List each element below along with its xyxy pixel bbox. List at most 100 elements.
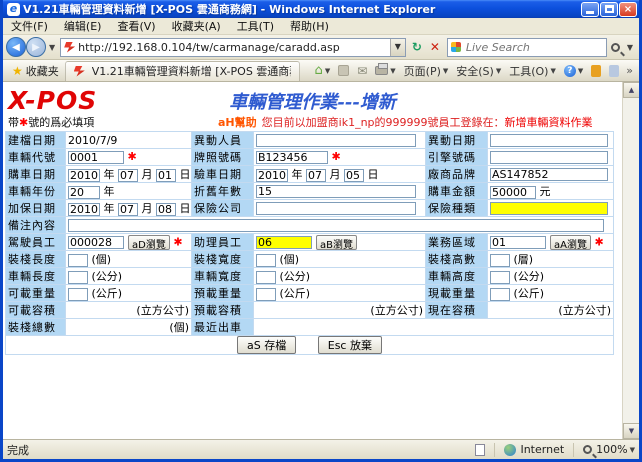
unit-day: 日 <box>180 168 191 181</box>
share-icon <box>609 65 619 77</box>
insurer-input[interactable] <box>256 202 416 215</box>
modify-date-input[interactable] <box>490 134 608 147</box>
pallet-length-input[interactable] <box>68 254 88 267</box>
current-weight-input[interactable] <box>490 288 510 301</box>
purchase-month-input[interactable] <box>118 169 138 182</box>
unit-cm: (公分) <box>92 270 123 283</box>
remark-input[interactable] <box>68 219 604 232</box>
label-modify-date: 異動日期 <box>426 132 488 149</box>
scroll-up-icon[interactable]: ▲ <box>623 82 639 98</box>
extra-button-1[interactable] <box>587 65 605 77</box>
unit-yuan: 元 <box>540 185 551 198</box>
vehicle-length-input[interactable] <box>68 271 88 284</box>
command-bar: ⌂▼ ✉ ▼ 页面(P)▼ 安全(S)▼ 工具(O)▼ ?▼ » <box>311 63 636 79</box>
depreciation-input[interactable] <box>256 185 416 198</box>
label-depreciation: 折舊年數 <box>192 183 254 200</box>
zoom-control[interactable]: 100% ▼ <box>579 443 635 456</box>
region-input[interactable] <box>490 236 546 249</box>
driver-input[interactable] <box>68 236 124 249</box>
preload-weight-input[interactable] <box>256 288 276 301</box>
back-button[interactable]: ◀ <box>6 37 26 57</box>
purchase-amount-input[interactable] <box>490 186 536 199</box>
live-search-box <box>447 38 607 57</box>
maximize-button[interactable] <box>600 2 618 17</box>
assistant-input[interactable] <box>256 236 312 249</box>
insure-month-input[interactable] <box>118 203 138 216</box>
insure-year-input[interactable] <box>68 203 100 216</box>
address-input[interactable] <box>78 40 390 55</box>
plate-no-input[interactable] <box>256 151 328 164</box>
help-link[interactable]: aH幫助 <box>218 116 257 129</box>
label-vehicle-year: 車輛年份 <box>6 183 66 200</box>
search-dropdown-icon[interactable]: ▼ <box>624 43 636 52</box>
vertical-scrollbar[interactable]: ▲ ▼ <box>622 82 639 439</box>
brand-input[interactable] <box>490 168 608 181</box>
forward-button[interactable]: ▶ <box>26 37 46 57</box>
label-vehicle-height: 車輛高度 <box>426 268 488 285</box>
inspect-month-input[interactable] <box>306 169 326 182</box>
table-row: 加保日期 年 月 日 保險公司 保險種類 <box>6 200 614 217</box>
address-dropdown-icon[interactable]: ▼ <box>390 39 405 56</box>
stop-icon[interactable]: ✕ <box>426 38 444 57</box>
cancel-button[interactable]: Esc 放棄 <box>318 336 382 354</box>
modify-person-input[interactable] <box>256 134 416 147</box>
history-dropdown-icon[interactable]: ▼ <box>46 43 58 52</box>
scroll-down-icon[interactable]: ▼ <box>623 423 639 439</box>
insurance-type-input[interactable] <box>490 202 608 215</box>
vehicle-year-input[interactable] <box>68 186 100 199</box>
driver-browse-button[interactable]: aD瀏覽 <box>128 235 170 250</box>
menu-help[interactable]: 帮助(H) <box>282 18 337 34</box>
read-mail-button[interactable]: ✉ <box>353 64 371 78</box>
engine-no-input[interactable] <box>490 151 608 164</box>
zoom-dropdown-icon[interactable]: ▼ <box>630 446 635 454</box>
save-button[interactable]: aS 存檔 <box>237 336 296 354</box>
windows-flag-icon <box>451 42 461 52</box>
pallet-width-input[interactable] <box>256 254 276 267</box>
label-insurance-type: 保險種類 <box>426 200 488 217</box>
insure-day-input[interactable] <box>156 203 176 216</box>
help-button[interactable]: ?▼ <box>560 65 587 77</box>
purchase-year-input[interactable] <box>68 169 100 182</box>
create-date-value: 2010/7/9 <box>66 132 192 149</box>
safety-menu[interactable]: 安全(S)▼ <box>452 63 505 79</box>
extra-button-2[interactable] <box>605 65 623 77</box>
menu-favorites[interactable]: 收藏夹(A) <box>164 18 229 34</box>
unit-cm: (公分) <box>514 270 545 283</box>
menu-view[interactable]: 查看(V) <box>109 18 163 34</box>
vehicle-height-input[interactable] <box>490 271 510 284</box>
assistant-browse-button[interactable]: aB瀏覽 <box>316 235 357 250</box>
login-status-line: aH幫助您目前以加盟商ik1_np的999999號員工登錄在：新增車輛資料作業 <box>218 114 593 130</box>
label-vehicle-width: 車輛寬度 <box>192 268 254 285</box>
active-tab[interactable]: V1.21車輛管理資料新增 [X-POS 雲通商務網] <box>65 61 300 81</box>
menu-edit[interactable]: 编辑(E) <box>56 18 110 34</box>
menu-tools[interactable]: 工具(T) <box>229 18 282 34</box>
inspect-day-input[interactable] <box>344 169 364 182</box>
home-button[interactable]: ⌂▼ <box>311 63 335 78</box>
feeds-button[interactable] <box>334 65 353 76</box>
print-button[interactable]: ▼ <box>371 66 399 75</box>
pallet-height-input[interactable] <box>490 254 510 267</box>
load-weight-input[interactable] <box>68 288 88 301</box>
menu-file[interactable]: 文件(F) <box>3 18 56 34</box>
menu-bar: 文件(F) 编辑(E) 查看(V) 收藏夹(A) 工具(T) 帮助(H) <box>3 18 639 35</box>
internet-globe-icon <box>504 444 516 456</box>
page-menu[interactable]: 页面(P)▼ <box>400 63 453 79</box>
toolbar-overflow-icon[interactable]: » <box>623 64 636 77</box>
preload-volume-unit: (立方公寸) <box>254 302 426 319</box>
search-icon[interactable] <box>611 43 620 52</box>
refresh-icon[interactable]: ↻ <box>408 38 426 57</box>
region-browse-button[interactable]: aA瀏覽 <box>550 235 591 250</box>
label-pallet-width: 裝棧寬度 <box>192 251 254 268</box>
label-purchase-amount: 購車金額 <box>426 183 488 200</box>
purchase-day-input[interactable] <box>156 169 176 182</box>
tools-menu[interactable]: 工具(O)▼ <box>505 63 560 79</box>
vehicle-width-input[interactable] <box>256 271 276 284</box>
minimize-button[interactable] <box>581 2 599 17</box>
close-button[interactable]: × <box>619 2 637 17</box>
inspect-year-input[interactable] <box>256 169 288 182</box>
search-input[interactable] <box>464 40 611 55</box>
favorites-button[interactable]: ★ 收藏夹 <box>6 63 65 79</box>
tab-bar: ★ 收藏夹 V1.21車輛管理資料新增 [X-POS 雲通商務網] ⌂▼ ✉ ▼… <box>3 60 639 82</box>
addon-icon <box>591 65 601 77</box>
vehicle-code-input[interactable] <box>68 151 124 164</box>
